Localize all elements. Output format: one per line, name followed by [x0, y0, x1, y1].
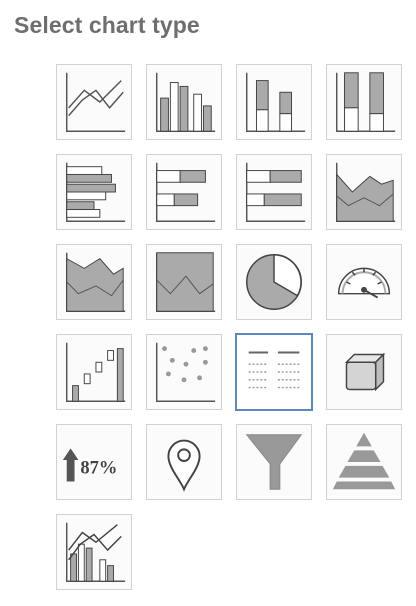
percent-stacked-column-chart-icon — [336, 72, 396, 132]
column-chart-icon — [156, 72, 216, 132]
tile-gauge-chart[interactable] — [326, 244, 402, 320]
tile-column-chart[interactable] — [146, 64, 222, 140]
gauge-chart-icon — [337, 267, 391, 299]
scatter-chart-icon — [156, 342, 216, 402]
funnel-chart-icon — [245, 434, 303, 490]
tile-map[interactable] — [146, 424, 222, 500]
pyramid-chart-icon — [332, 432, 396, 490]
tile-stacked-area-chart[interactable] — [56, 244, 132, 320]
kpi-icon: 87% — [62, 448, 117, 482]
stacked-area-chart-icon — [66, 252, 126, 312]
stacked-column-chart-icon — [246, 72, 306, 132]
kpi-value: 87% — [80, 459, 117, 479]
tile-combo-chart[interactable] — [56, 514, 132, 590]
stacked-bar-chart-icon — [156, 162, 216, 222]
waterfall-chart-icon — [66, 342, 126, 402]
3d-cube-icon — [344, 352, 386, 392]
tile-bar-chart[interactable] — [56, 154, 132, 230]
map-pin-icon — [167, 439, 201, 492]
tile-pie-chart[interactable] — [236, 244, 312, 320]
tile-stacked-column-chart[interactable] — [236, 64, 312, 140]
line-chart-icon — [66, 72, 126, 132]
tile-funnel-chart[interactable] — [236, 424, 312, 500]
area-chart-icon — [336, 162, 396, 222]
tile-kpi[interactable]: 87% — [56, 424, 132, 500]
tile-scatter-chart[interactable] — [146, 334, 222, 410]
tile-pyramid-chart[interactable] — [326, 424, 402, 500]
chart-type-grid: 87% — [0, 0, 416, 606]
tile-3d-cube[interactable] — [326, 334, 402, 410]
tile-percent-stacked-bar-chart[interactable] — [236, 154, 312, 230]
percent-stacked-bar-chart-icon — [246, 162, 306, 222]
tile-waterfall-chart[interactable] — [56, 334, 132, 410]
tile-percent-stacked-area-chart[interactable] — [146, 244, 222, 320]
tile-stacked-bar-chart[interactable] — [146, 154, 222, 230]
percent-stacked-area-chart-icon — [156, 252, 216, 312]
table-icon — [248, 351, 300, 389]
combo-chart-icon — [66, 522, 126, 582]
tile-line-chart[interactable] — [56, 64, 132, 140]
tile-percent-stacked-column-chart[interactable] — [326, 64, 402, 140]
bar-chart-icon — [66, 162, 126, 222]
tile-table[interactable] — [235, 333, 313, 411]
tile-area-chart[interactable] — [326, 154, 402, 230]
pie-chart-icon — [246, 253, 302, 310]
